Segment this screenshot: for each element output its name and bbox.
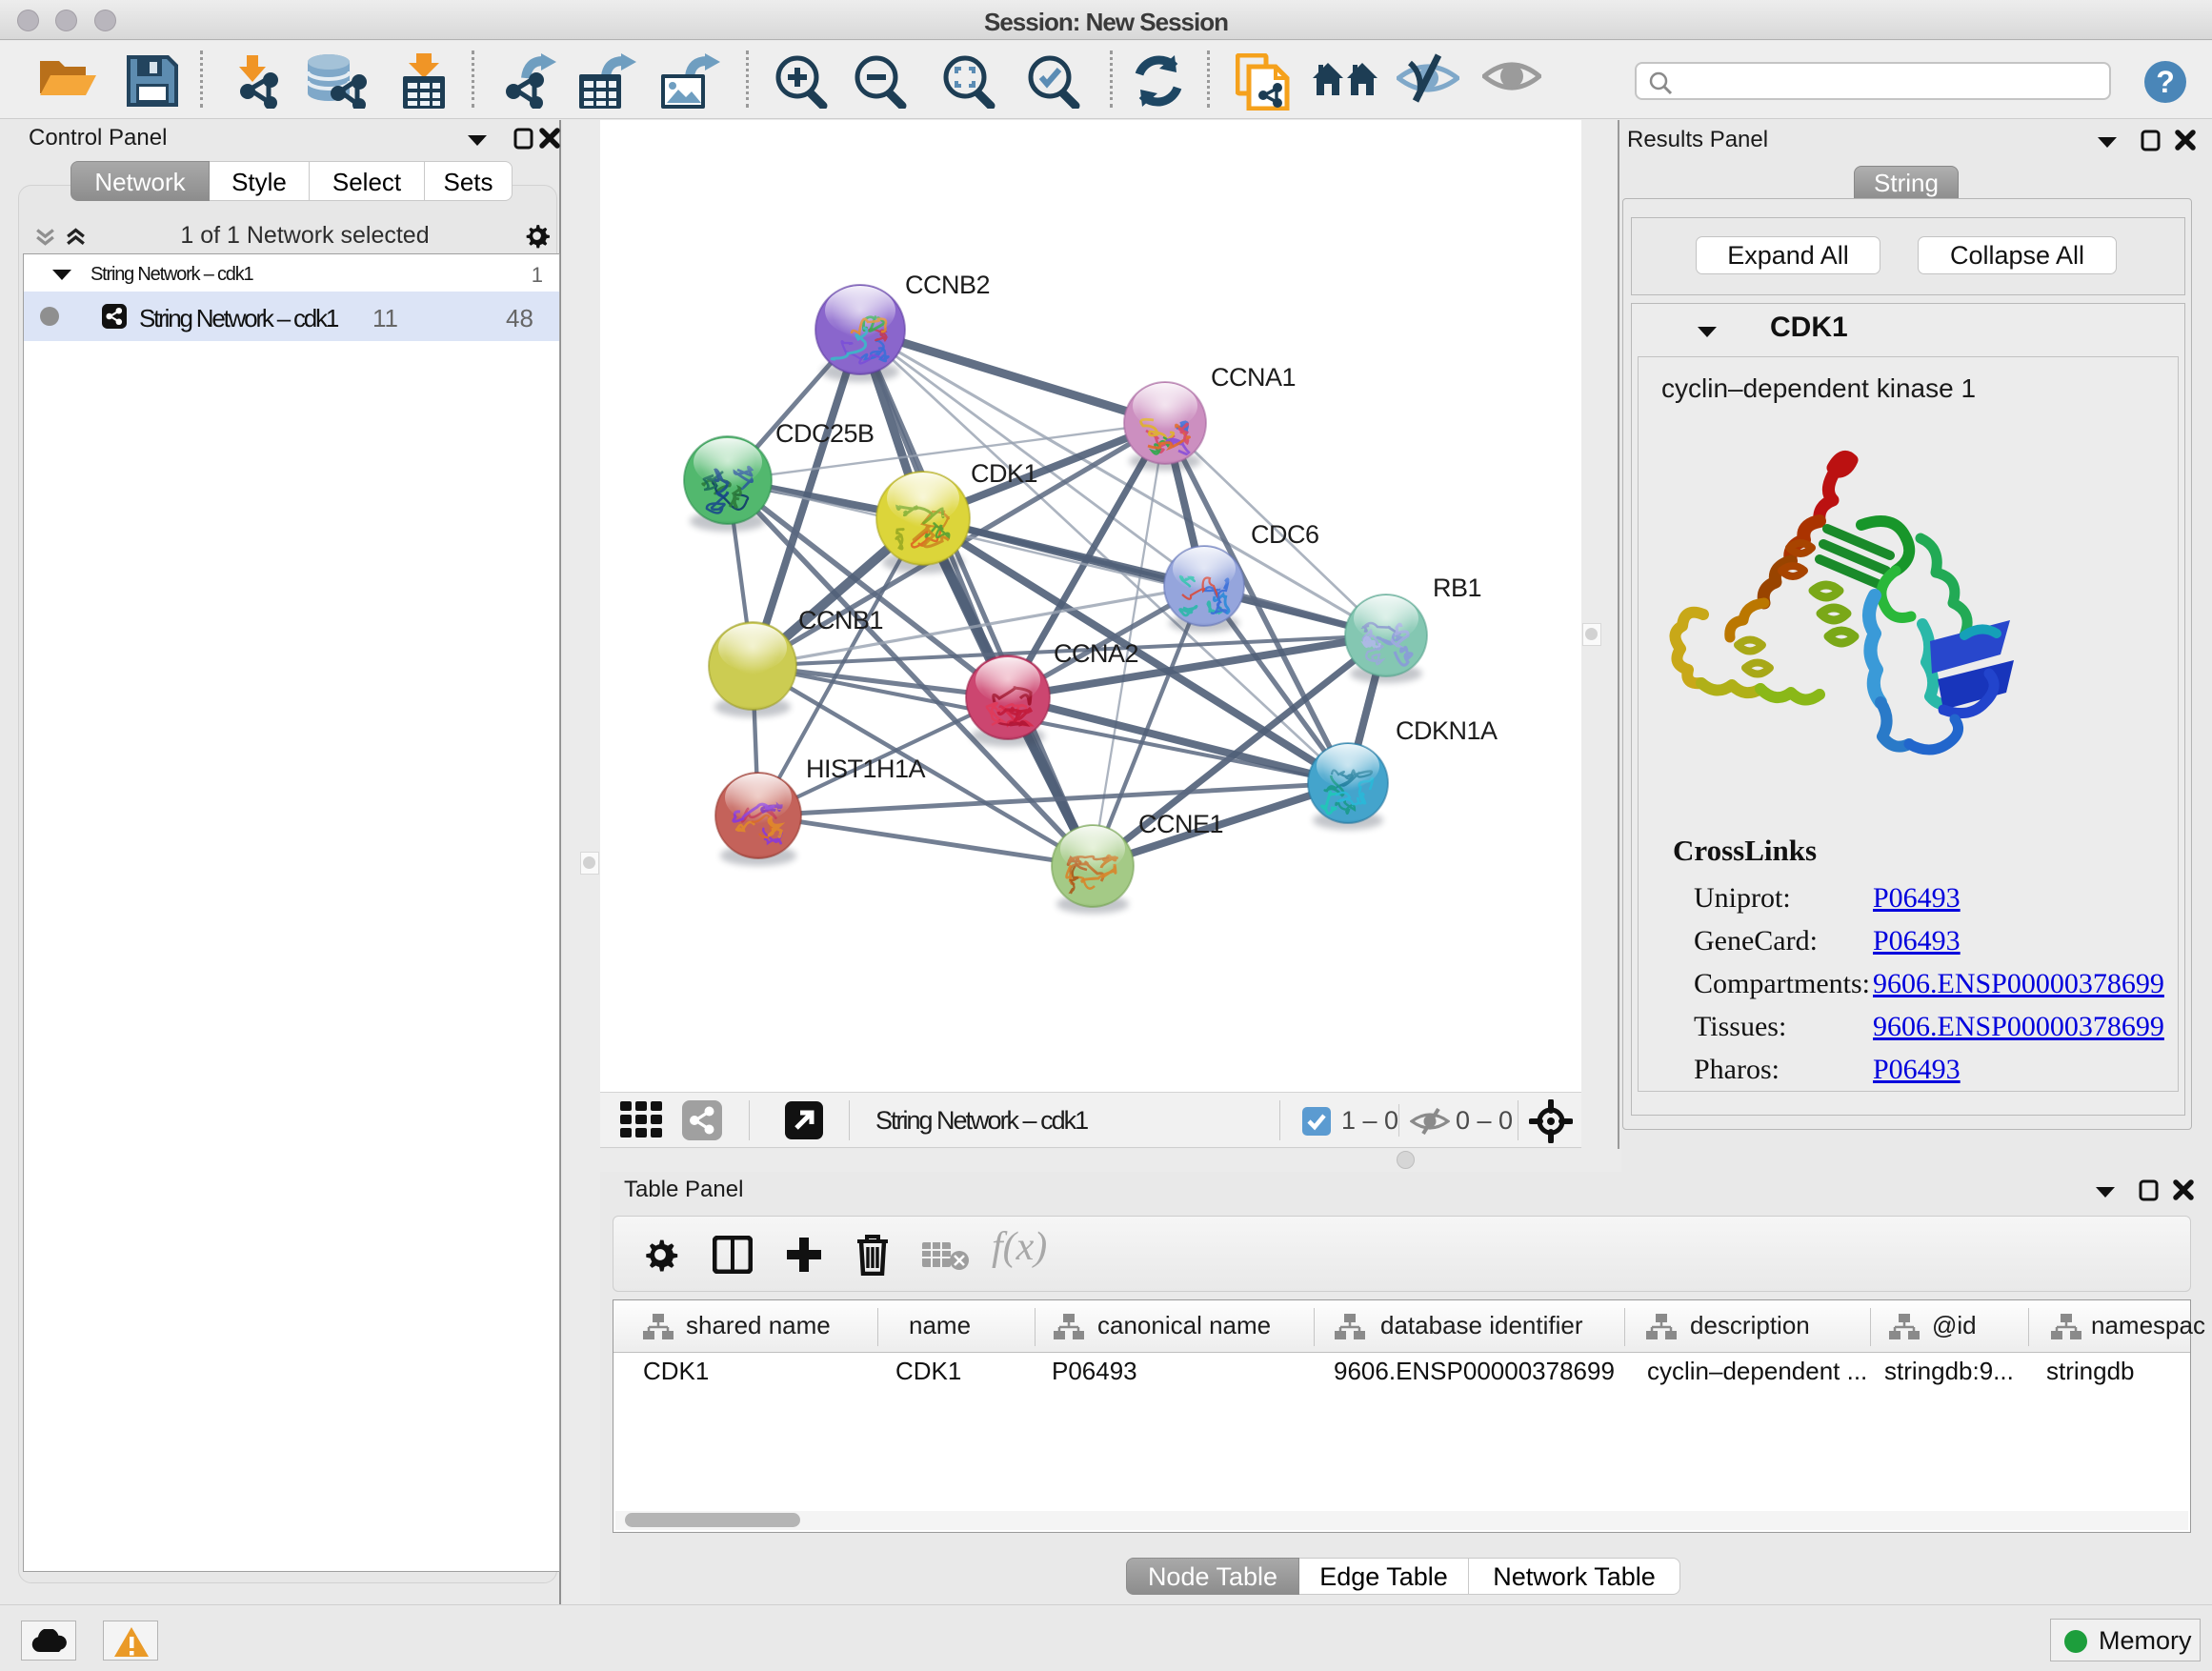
svg-text:CCNB2: CCNB2 <box>905 271 990 299</box>
svg-text:CDC25B: CDC25B <box>775 419 875 448</box>
svg-text:CDKN1A: CDKN1A <box>1396 716 1498 745</box>
svg-text:CDC6: CDC6 <box>1251 520 1319 549</box>
svg-text:?: ? <box>2156 65 2175 99</box>
svg-text:CCNE1: CCNE1 <box>1138 810 1223 838</box>
svg-text:CCNB1: CCNB1 <box>798 606 883 634</box>
svg-text:CDK1: CDK1 <box>971 459 1037 488</box>
svg-text:RB1: RB1 <box>1433 574 1481 602</box>
svg-text:CCNA1: CCNA1 <box>1211 363 1296 392</box>
svg-text:HIST1H1A: HIST1H1A <box>806 755 926 783</box>
svg-text:CCNA2: CCNA2 <box>1054 639 1138 668</box>
